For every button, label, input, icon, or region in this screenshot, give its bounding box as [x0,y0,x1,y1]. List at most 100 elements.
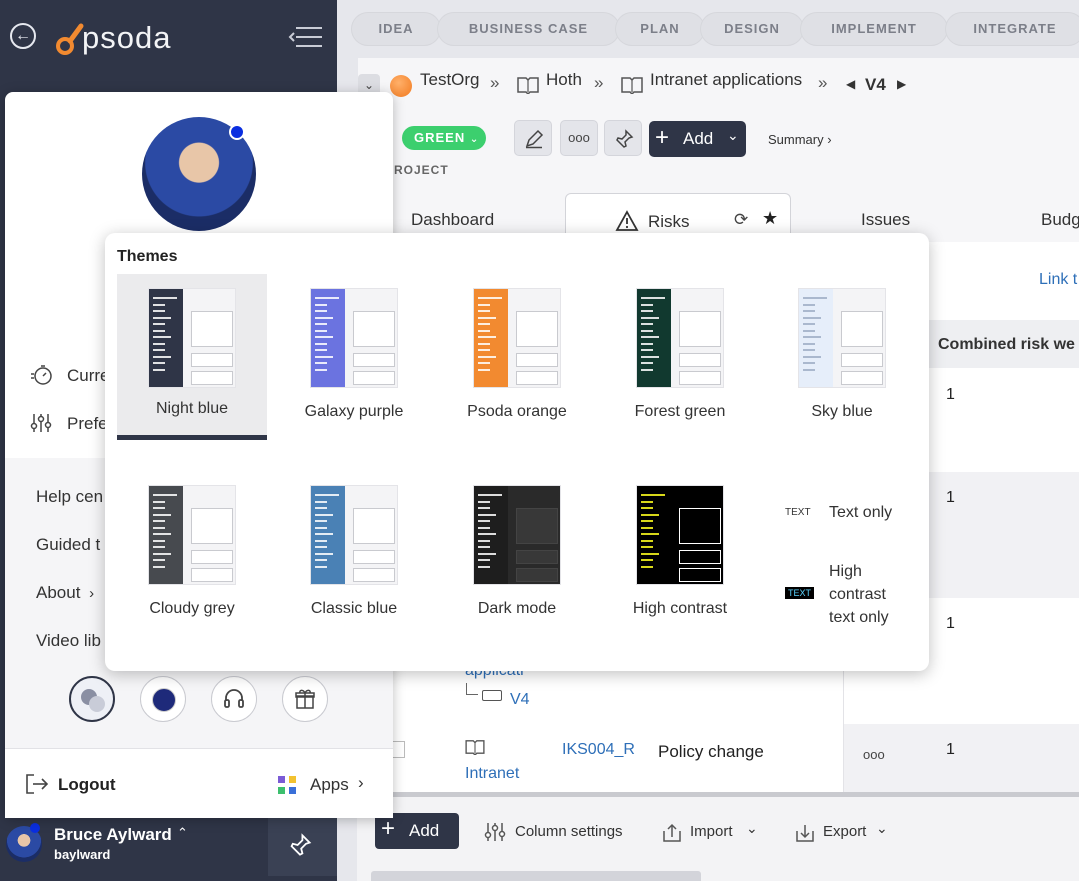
theme-line-preview [315,533,333,535]
theme-text-only[interactable]: Text only [829,501,892,524]
theme-button[interactable] [69,676,115,722]
theme-high-contrast-text-only[interactable]: High contrast text only [829,560,889,629]
refresh-icon[interactable]: ⟳ [734,210,748,230]
tab-budget[interactable]: Budg [1041,210,1079,230]
about-label: About [36,583,81,602]
stage-business-case[interactable]: BUSINESS CASE [437,12,620,46]
theme-box-preview [191,353,233,367]
theme-cloudy-grey[interactable]: Cloudy grey [117,471,267,637]
logout-button[interactable]: Logout [58,775,116,795]
language-button[interactable] [140,676,186,722]
back-arrow-icon[interactable]: ← [10,23,36,49]
breadcrumb-portfolio[interactable]: Hoth [546,70,582,90]
chevron-down-icon: ⌄ [876,820,888,836]
book-icon [621,77,643,94]
summary-link[interactable]: Summary › [768,132,832,147]
project-link[interactable]: Intranet [465,765,519,783]
bottom-add-button[interactable]: + Add [375,813,459,849]
theme-line-preview [478,297,502,299]
theme-dark-mode[interactable]: Dark mode [442,471,592,637]
theme-thumbnail [148,288,236,388]
apps-button[interactable]: Apps [310,775,349,795]
stage-plan[interactable]: PLAN [615,12,705,46]
theme-psoda-orange[interactable]: Psoda orange [442,274,592,440]
more-button[interactable]: ooo [560,120,598,156]
themes-title: Themes [117,248,178,265]
theme-line-preview [478,329,490,332]
theme-line-preview [641,329,653,332]
breadcrumb-project[interactable]: Intranet applications [650,70,802,90]
theme-galaxy-purple[interactable]: Galaxy purple [279,274,429,440]
horizontal-scrollbar[interactable] [371,871,701,881]
star-icon[interactable]: ★ [762,208,778,229]
breadcrumb-separator: » [594,73,604,92]
theme-line-preview [153,362,165,364]
guided-tours-link[interactable]: Guided t [36,535,100,555]
theme-line-preview [641,368,653,371]
tab-issues[interactable]: Issues [861,210,910,230]
theme-night-blue[interactable]: Night blue [117,274,267,440]
stage-design[interactable]: DESIGN [700,12,804,46]
help-centre-link[interactable]: Help cen [36,487,103,507]
status-badge[interactable]: GREEN ⌄ [402,126,486,150]
user-name[interactable]: Bruce Aylward [54,825,172,845]
theme-line-preview [641,513,659,516]
theme-line-preview [315,494,339,496]
import-button[interactable]: Import [690,823,733,840]
video-library-link[interactable]: Video lib [36,631,101,651]
theme-line-preview [153,539,165,542]
breadcrumb-org[interactable]: TestOrg [420,70,480,90]
theme-line-preview [803,342,815,345]
theme-line-preview [315,303,327,306]
theme-classic-blue[interactable]: Classic blue [279,471,429,637]
theme-line-preview [315,342,327,345]
profile-menu-preferences[interactable]: Prefe [67,414,108,434]
link-text[interactable]: Link t [1039,271,1077,289]
theme-sky-blue[interactable]: Sky blue [767,274,917,440]
edit-button[interactable] [514,120,552,156]
add-button[interactable]: + Add ⌄ [649,121,746,157]
stage-idea[interactable]: IDEA [351,12,441,46]
about-link[interactable]: About › [36,583,94,603]
theme-line-preview [478,303,490,306]
theme-line-preview [315,507,327,509]
pin-button[interactable] [604,120,642,156]
theme-line-preview [478,565,490,568]
row-more-button[interactable]: ooo [863,747,885,762]
theme-high-contrast[interactable]: High contrast [605,471,755,637]
stage-implement[interactable]: IMPLEMENT [800,12,948,46]
theme-box-preview [516,371,558,385]
tab-dashboard[interactable]: Dashboard [411,210,494,230]
theme-line-preview [641,507,653,509]
theme-box-preview [353,371,395,385]
export-button[interactable]: Export [823,823,866,840]
column-settings-button[interactable]: Column settings [515,823,623,840]
australia-flag-icon [152,688,176,712]
whats-new-button[interactable] [282,676,328,722]
theme-line-preview [478,336,496,338]
prev-version-icon[interactable]: ◀ [846,77,855,91]
column-header-risk-weight[interactable]: Combined risk we [938,336,1075,354]
pin-sidebar-button[interactable] [268,818,337,876]
theme-box-preview [516,311,558,347]
theme-line-preview [315,500,327,503]
theme-line-preview [478,520,490,522]
support-button[interactable] [211,676,257,722]
profile-menu-current[interactable]: Curre [67,366,110,386]
chevron-up-icon[interactable]: ⌃ [177,825,188,841]
theme-line-preview [641,520,653,522]
theme-forest-green[interactable]: Forest green [605,274,755,440]
stage-integrate[interactable]: INTEGRATE [945,12,1079,46]
risk-title: Policy change [658,742,764,761]
theme-box-preview [679,550,721,564]
version-link[interactable]: V4 [510,691,530,709]
theme-line-preview [803,303,815,306]
next-version-icon[interactable]: ▶ [897,77,906,91]
theme-box-preview [353,353,395,367]
theme-line-preview [478,552,496,555]
theme-thumbnail [636,288,724,388]
risk-id-link[interactable]: IKS004_R [562,741,635,759]
theme-line-preview [803,368,815,371]
collapse-menu-icon[interactable] [288,25,322,49]
theme-line-preview [478,546,490,548]
